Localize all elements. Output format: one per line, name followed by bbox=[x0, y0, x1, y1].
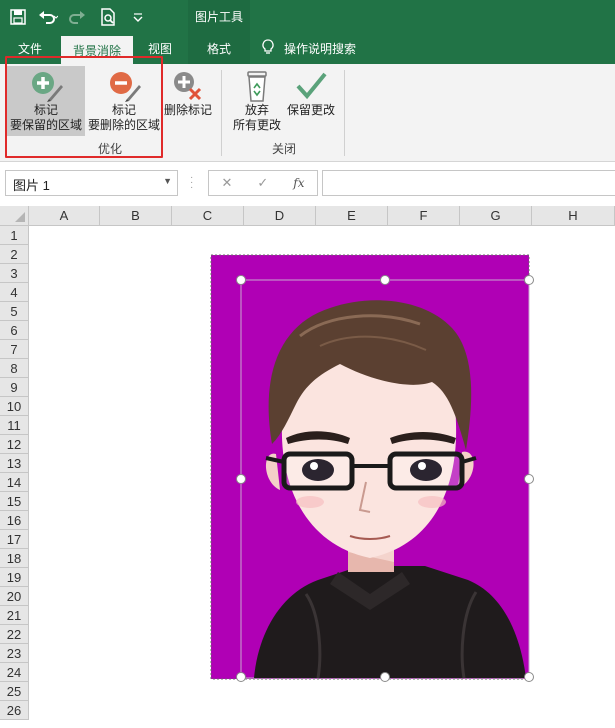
row-header[interactable]: 1 bbox=[0, 226, 29, 245]
resize-handle-top[interactable] bbox=[380, 275, 390, 285]
tell-me-search[interactable]: 操作说明搜索 bbox=[262, 33, 356, 64]
delete-mark-button[interactable]: 删除标记 bbox=[163, 66, 213, 136]
delete-mark-label: 删除标记 bbox=[163, 103, 212, 117]
checkmark-icon bbox=[294, 69, 328, 103]
row-header[interactable]: 11 bbox=[0, 416, 29, 435]
cancel-icon[interactable]: ✕ bbox=[221, 175, 232, 191]
column-header-c[interactable]: C bbox=[172, 206, 244, 226]
row-header[interactable]: 12 bbox=[0, 435, 29, 454]
column-header-f[interactable]: F bbox=[388, 206, 460, 226]
recycle-bin-icon bbox=[240, 69, 274, 103]
save-icon[interactable] bbox=[8, 7, 28, 27]
keep-changes-button[interactable]: 保留更改 bbox=[284, 66, 338, 136]
row-header[interactable]: 25 bbox=[0, 682, 29, 701]
group-separator bbox=[344, 70, 345, 156]
highlight-box bbox=[5, 56, 163, 158]
drag-handle-icon[interactable]: · · · bbox=[190, 173, 193, 193]
column-header-a[interactable]: A bbox=[29, 206, 100, 226]
row-header[interactable]: 3 bbox=[0, 264, 29, 283]
row-header[interactable]: 6 bbox=[0, 321, 29, 340]
discard-line2: 所有更改 bbox=[232, 118, 281, 132]
resize-handle-bottom-right[interactable] bbox=[524, 672, 534, 682]
column-header-e[interactable]: E bbox=[316, 206, 388, 226]
row-header[interactable]: 2 bbox=[0, 245, 29, 264]
resize-handle-left[interactable] bbox=[236, 474, 246, 484]
group-separator bbox=[221, 70, 222, 156]
row-header[interactable]: 13 bbox=[0, 454, 29, 473]
select-all-corner[interactable] bbox=[0, 206, 29, 226]
column-header-b[interactable]: B bbox=[100, 206, 172, 226]
tab-format[interactable]: 格式 bbox=[188, 33, 250, 64]
title-bar: 图片工具 bbox=[0, 0, 615, 33]
name-box-value: 图片 1 bbox=[13, 178, 50, 193]
row-header[interactable]: 14 bbox=[0, 473, 29, 492]
row-header[interactable]: 15 bbox=[0, 492, 29, 511]
row-header[interactable]: 17 bbox=[0, 530, 29, 549]
row-header[interactable]: 9 bbox=[0, 378, 29, 397]
formula-bar: 图片 1 ▼ · · · ✕ ✓ fx bbox=[0, 163, 615, 203]
resize-handle-right[interactable] bbox=[524, 474, 534, 484]
enter-icon[interactable]: ✓ bbox=[257, 175, 268, 191]
row-header[interactable]: 24 bbox=[0, 663, 29, 682]
row-header[interactable]: 21 bbox=[0, 606, 29, 625]
row-header[interactable]: 8 bbox=[0, 359, 29, 378]
row-header[interactable]: 16 bbox=[0, 511, 29, 530]
column-header-g[interactable]: G bbox=[460, 206, 532, 226]
resize-handle-top-right[interactable] bbox=[524, 275, 534, 285]
row-header[interactable]: 22 bbox=[0, 625, 29, 644]
print-preview-icon[interactable] bbox=[98, 7, 118, 27]
row-header[interactable]: 7 bbox=[0, 340, 29, 359]
undo-icon[interactable] bbox=[38, 7, 58, 27]
group-label-close: 关闭 bbox=[272, 142, 297, 156]
customize-qat-icon[interactable] bbox=[128, 7, 148, 27]
worksheet-grid[interactable]: A B C D E F G H 1 2 3 4 5 6 7 8 9 10 11 … bbox=[0, 206, 615, 728]
row-header[interactable]: 23 bbox=[0, 644, 29, 663]
formula-buttons: ✕ ✓ fx bbox=[208, 170, 318, 196]
cartoon-portrait-picture[interactable] bbox=[210, 254, 530, 680]
row-header[interactable]: 5 bbox=[0, 302, 29, 321]
chevron-down-icon[interactable]: ▼ bbox=[163, 176, 172, 186]
row-header[interactable]: 18 bbox=[0, 549, 29, 568]
keep-changes-label: 保留更改 bbox=[286, 103, 335, 117]
resize-handle-bottom[interactable] bbox=[380, 672, 390, 682]
row-header[interactable]: 4 bbox=[0, 283, 29, 302]
row-header[interactable]: 26 bbox=[0, 701, 29, 720]
delete-mark-icon bbox=[171, 69, 205, 103]
discard-all-changes-button[interactable]: 放弃 所有更改 bbox=[230, 66, 284, 136]
quick-access-toolbar bbox=[8, 6, 148, 28]
row-header[interactable]: 19 bbox=[0, 568, 29, 587]
lightbulb-icon bbox=[262, 39, 274, 58]
discard-line1: 放弃 bbox=[244, 103, 269, 117]
column-header-d[interactable]: D bbox=[244, 206, 316, 226]
name-box[interactable]: 图片 1 ▼ bbox=[5, 170, 178, 196]
redo-icon[interactable] bbox=[68, 7, 88, 27]
insert-function-icon[interactable]: fx bbox=[293, 176, 304, 190]
tell-me-label: 操作说明搜索 bbox=[284, 42, 357, 56]
resize-handle-top-left[interactable] bbox=[236, 275, 246, 285]
picture-tools-context-title: 图片工具 bbox=[188, 0, 250, 33]
column-header-h[interactable]: H bbox=[532, 206, 615, 226]
formula-input[interactable] bbox=[322, 170, 615, 196]
row-header[interactable]: 20 bbox=[0, 587, 29, 606]
row-header[interactable]: 10 bbox=[0, 397, 29, 416]
resize-handle-bottom-left[interactable] bbox=[236, 672, 246, 682]
